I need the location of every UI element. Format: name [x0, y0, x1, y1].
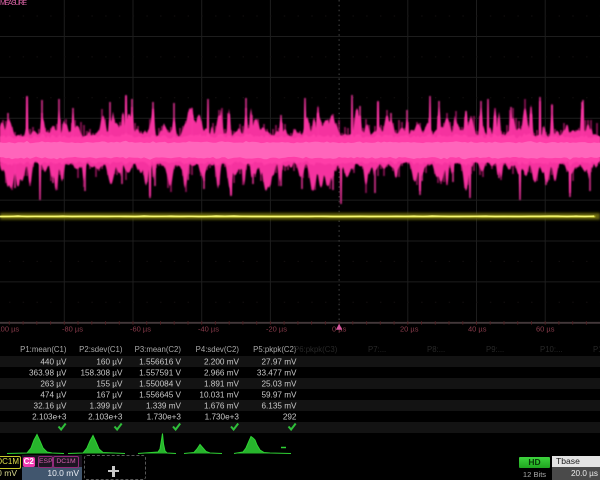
svg-text:25.03 mV: 25.03 mV: [261, 380, 297, 389]
svg-text:P6:pkpk(C3): P6:pkpk(C3): [294, 345, 338, 354]
svg-text:167 µV: 167 µV: [96, 391, 123, 400]
svg-text:-20 µs: -20 µs: [266, 325, 287, 334]
svg-text:440 µV: 440 µV: [40, 358, 67, 367]
svg-text:40 µs: 40 µs: [468, 325, 487, 334]
svg-text:2.200 mV: 2.200 mV: [204, 358, 240, 367]
svg-text:292: 292: [283, 413, 297, 422]
svg-text:P10:...: P10:...: [540, 345, 563, 354]
svg-text:-100 µs: -100 µs: [0, 325, 19, 334]
svg-text:1.891 mV: 1.891 mV: [204, 380, 240, 389]
svg-text:59.97 mV: 59.97 mV: [261, 391, 297, 400]
svg-text:P4:sdev(C2): P4:sdev(C2): [196, 345, 240, 354]
svg-text:P9:...: P9:...: [486, 345, 504, 354]
svg-text:155 µV: 155 µV: [96, 380, 123, 389]
svg-text:1.556616 V: 1.556616 V: [139, 358, 181, 367]
svg-text:33.477 mV: 33.477 mV: [257, 369, 297, 378]
svg-text:P2:sdev(C1): P2:sdev(C1): [79, 345, 123, 354]
svg-text:P1: P1: [593, 345, 600, 354]
svg-text:20 µs: 20 µs: [400, 325, 419, 334]
svg-text:P7:...: P7:...: [368, 345, 386, 354]
svg-text:1.730e+3: 1.730e+3: [147, 413, 182, 422]
svg-text:10.031 mV: 10.031 mV: [199, 391, 239, 400]
svg-text:1.676 mV: 1.676 mV: [204, 402, 240, 411]
svg-text:MEASURE: MEASURE: [0, 0, 27, 7]
svg-text:158.308 µV: 158.308 µV: [80, 369, 123, 378]
svg-text:P8:...: P8:...: [427, 345, 445, 354]
svg-text:P1:mean(C1): P1:mean(C1): [20, 345, 67, 354]
svg-text:1.557591 V: 1.557591 V: [139, 369, 181, 378]
svg-text:2.103e+3: 2.103e+3: [88, 413, 123, 422]
svg-text:1.399 µV: 1.399 µV: [90, 402, 123, 411]
svg-text:60 µs: 60 µs: [536, 325, 555, 334]
svg-text:P5:pkpk(C2): P5:pkpk(C2): [253, 345, 297, 354]
svg-text:1.339 mV: 1.339 mV: [146, 402, 182, 411]
svg-text:2.103e+3: 2.103e+3: [32, 413, 67, 422]
svg-text:-80 µs: -80 µs: [62, 325, 83, 334]
svg-text:160 µV: 160 µV: [96, 358, 123, 367]
svg-text:263 µV: 263 µV: [40, 380, 67, 389]
svg-text:1.550084 V: 1.550084 V: [139, 380, 181, 389]
svg-text:32.16 µV: 32.16 µV: [34, 402, 67, 411]
svg-text:363.98 µV: 363.98 µV: [29, 369, 67, 378]
svg-text:1.730e+3: 1.730e+3: [205, 413, 240, 422]
svg-text:474 µV: 474 µV: [40, 391, 67, 400]
svg-text:-40 µs: -40 µs: [198, 325, 219, 334]
svg-text:P3:mean(C2): P3:mean(C2): [135, 345, 182, 354]
svg-text:27.97 mV: 27.97 mV: [261, 358, 297, 367]
svg-text:2.966 mV: 2.966 mV: [204, 369, 240, 378]
svg-text:6.135 mV: 6.135 mV: [261, 402, 297, 411]
svg-text:-60 µs: -60 µs: [130, 325, 151, 334]
svg-text:1.556645 V: 1.556645 V: [139, 391, 181, 400]
